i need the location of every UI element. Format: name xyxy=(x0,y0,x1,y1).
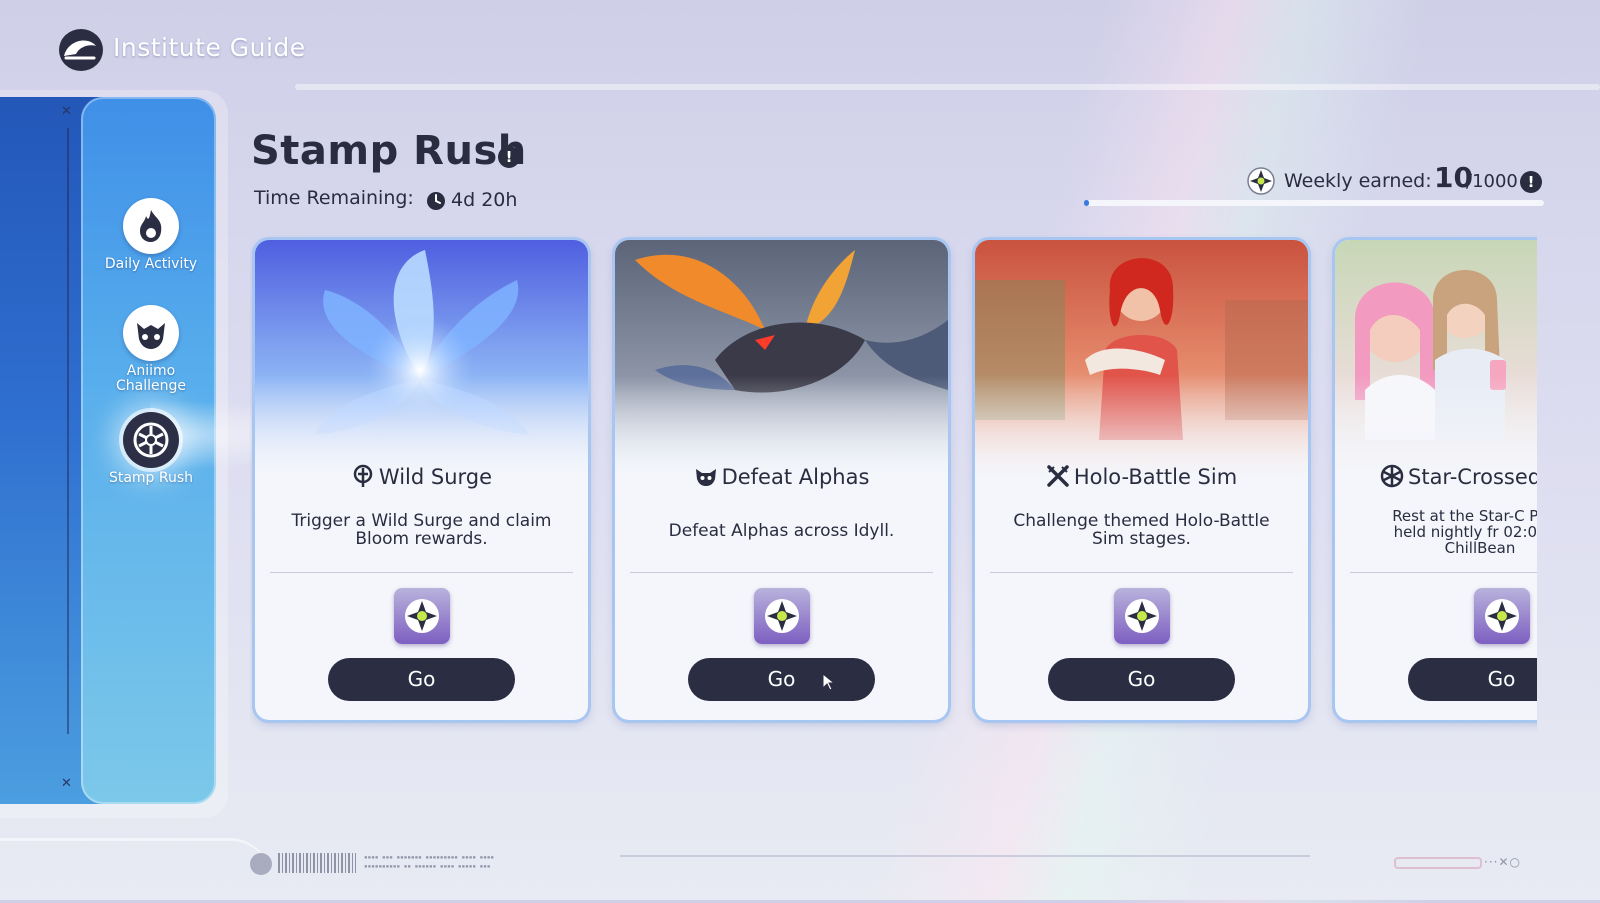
weekly-earned-label: Weekly earned: xyxy=(1284,170,1432,192)
card-title-text: Wild Surge xyxy=(378,465,493,489)
stamp-reward-icon[interactable] xyxy=(394,588,450,644)
footer-status-pill xyxy=(1394,857,1482,869)
rail-close-mark-bottom: ✕ xyxy=(61,776,72,791)
weekly-progress-fill xyxy=(1084,200,1089,206)
header-bar: Institute Guide xyxy=(0,0,1600,92)
activity-card-defeat-alphas[interactable]: Defeat Alphas Defeat Alphas across Idyll… xyxy=(615,240,948,720)
sidebar-item-daily-activity[interactable]: Daily Activity xyxy=(96,198,206,272)
monster-face-icon xyxy=(123,305,179,361)
sidebar-item-aniimo-challenge[interactable]: Aniimo Challenge xyxy=(96,305,206,394)
card-description: Defeat Alphas across Idyll. xyxy=(668,521,895,541)
sidebar-item-stamp-rush[interactable]: Stamp Rush xyxy=(96,412,206,486)
card-description: Rest at the Star-C Party held nightly fr… xyxy=(1392,507,1537,557)
rail-close-mark-top: ✕ xyxy=(61,104,72,119)
info-icon[interactable]: ! xyxy=(498,146,520,168)
sidebar-rail xyxy=(67,128,69,734)
card-divider xyxy=(270,572,573,573)
card-title-text: Star-Crossed xyxy=(1408,465,1537,489)
mouse-cursor-icon xyxy=(822,672,836,691)
activity-card-holo-battle-sim[interactable]: Holo-Battle Sim Challenge themed Holo-Ba… xyxy=(975,240,1308,720)
barcode-decoration xyxy=(278,853,356,873)
time-remaining-value: 4d 20h xyxy=(451,189,518,211)
go-button[interactable]: Go xyxy=(1048,658,1235,701)
weekly-progress-bar xyxy=(1084,200,1544,206)
activity-card-star-crossed[interactable]: Star-Crossed Rest at the Star-C Party he… xyxy=(1335,240,1537,720)
activity-card-wild-surge[interactable]: Wild Surge Trigger a Wild Surge and clai… xyxy=(255,240,588,720)
footer-divider xyxy=(620,855,1310,857)
footer-ornament xyxy=(0,838,270,903)
stamp-emblem-icon xyxy=(123,412,179,468)
go-button[interactable]: Go xyxy=(328,658,515,701)
sidebar-item-label: Aniimo Challenge xyxy=(116,363,186,394)
header-title: Institute Guide xyxy=(113,33,306,62)
stamp-reward-icon[interactable] xyxy=(1114,588,1170,644)
card-title-text: Holo-Battle Sim xyxy=(1073,465,1238,489)
time-remaining-label: Time Remaining: xyxy=(254,187,414,209)
activity-cards-carousel: Wild Surge Trigger a Wild Surge and clai… xyxy=(250,232,1537,732)
sidebar-item-label: Daily Activity xyxy=(104,256,198,272)
card-title: Defeat Alphas xyxy=(615,464,948,489)
sprout-emblem-icon xyxy=(353,464,373,487)
crossed-swords-icon xyxy=(1047,465,1069,487)
footer-fineprint-decoration: ▪▪▪▪ ▪▪▪ ▪▪▪▪▪▪▪ ▪▪▪▪▪▪▪▪▪ ▪▪▪▪ ▪▪▪▪ ▪▪▪▪… xyxy=(364,854,495,870)
info-icon[interactable]: ! xyxy=(1520,171,1542,193)
footer-status-glyphs: ···✕○ xyxy=(1484,855,1521,869)
card-title-text: Defeat Alphas xyxy=(721,465,870,489)
card-title: Holo-Battle Sim xyxy=(975,464,1308,489)
go-button[interactable]: Go xyxy=(688,658,875,701)
page-title: Stamp Rush xyxy=(251,128,527,174)
institute-logo-icon xyxy=(59,29,103,71)
go-button[interactable]: Go xyxy=(1408,658,1537,701)
header-divider xyxy=(295,84,1600,90)
card-title: Wild Surge xyxy=(255,464,588,489)
stamp-reward-icon[interactable] xyxy=(754,588,810,644)
stamp-reward-icon[interactable] xyxy=(1474,588,1530,644)
card-divider xyxy=(1350,572,1537,573)
card-divider xyxy=(630,572,933,573)
horned-mask-icon xyxy=(695,469,716,486)
flame-icon xyxy=(123,198,179,254)
card-title: Star-Crossed xyxy=(1380,464,1537,489)
card-description: Trigger a Wild Surge and claim Bloom rew… xyxy=(291,511,552,549)
sidebar-item-label: Stamp Rush xyxy=(108,470,194,486)
card-divider xyxy=(990,572,1293,573)
star-emblem-icon xyxy=(1380,464,1404,488)
stamp-token-icon xyxy=(1247,167,1275,195)
weekly-earned-total: /1000 xyxy=(1466,171,1518,192)
footer-emblem-icon xyxy=(250,853,272,875)
clock-icon xyxy=(427,192,445,210)
card-description: Challenge themed Holo-Battle Sim stages. xyxy=(1013,511,1270,549)
